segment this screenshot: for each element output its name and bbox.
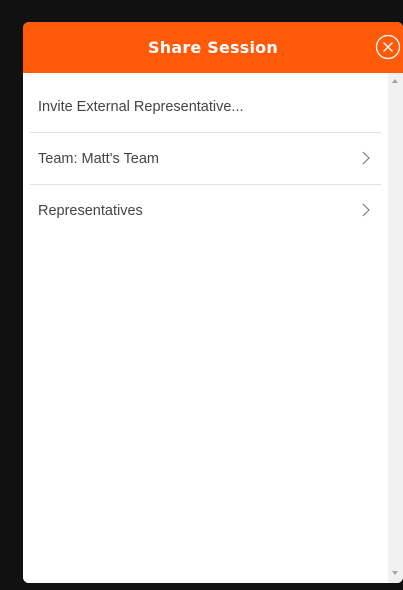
share-session-dialog: Share Session Invite External Representa… [23,22,403,583]
menu-item-label: Invite External Representative... [38,98,244,115]
team-item[interactable]: Team: Matt's Team [30,133,381,184]
scroll-down-arrow-icon[interactable] [392,571,398,575]
dialog-content: Invite External Representative... Team: … [23,73,388,583]
chevron-right-icon [362,151,370,165]
dialog-header: Share Session [23,22,403,73]
representatives-item[interactable]: Representatives [30,185,381,236]
vertical-scrollbar[interactable] [388,73,403,583]
close-icon[interactable] [375,34,401,60]
dialog-title: Share Session [148,38,278,57]
chevron-right-icon [362,203,370,217]
scroll-up-arrow-icon[interactable] [392,79,398,83]
menu-item-label: Representatives [38,202,143,219]
menu-item-label: Team: Matt's Team [38,150,159,167]
invite-external-representative-item[interactable]: Invite External Representative... [30,81,381,132]
